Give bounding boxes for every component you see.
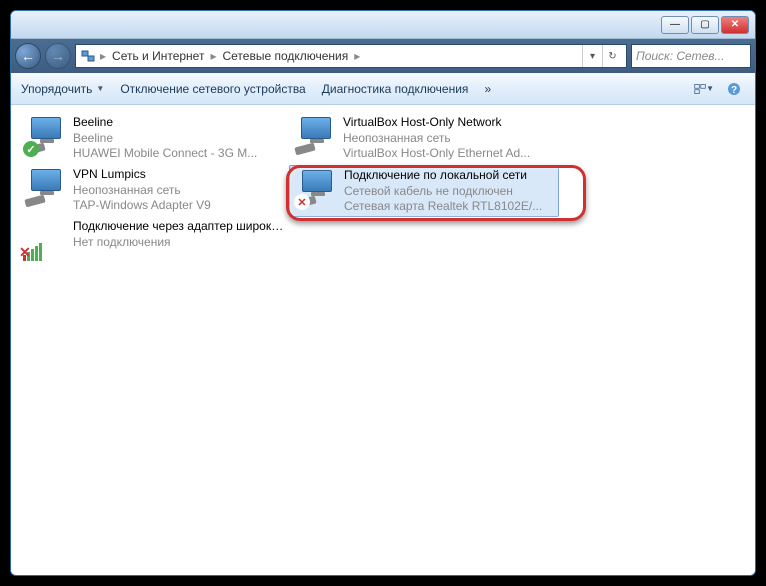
- help-icon[interactable]: ?: [723, 78, 745, 100]
- connection-item-selected[interactable]: ✕ Подключение по локальной сети Сетевой …: [289, 165, 559, 217]
- forward-button[interactable]: →: [45, 43, 71, 69]
- status-error-icon: ✕: [294, 194, 310, 210]
- address-bar[interactable]: ▸ Сеть и Интернет ▸ Сетевые подключения …: [75, 44, 627, 68]
- connection-item[interactable]: ✓ Beeline Beeline HUAWEI Mobile Connect …: [19, 113, 289, 165]
- breadcrumb-item[interactable]: Сетевые подключения: [220, 49, 350, 63]
- connection-icon: ✓: [23, 115, 65, 157]
- back-button[interactable]: ←: [15, 43, 41, 69]
- view-options-icon[interactable]: ▼: [693, 78, 715, 100]
- connection-device: VirtualBox Host-Only Ethernet Ad...: [343, 146, 530, 162]
- toolbar: Упорядочить▼ Отключение сетевого устройс…: [11, 73, 755, 105]
- connection-item[interactable]: VPN Lumpics Неопознанная сеть TAP-Window…: [19, 165, 289, 217]
- connection-name: Beeline: [73, 115, 257, 131]
- connection-name: VPN Lumpics: [73, 167, 211, 183]
- connection-icon: [23, 167, 65, 209]
- maximize-button[interactable]: ▢: [691, 16, 719, 34]
- connection-status: Сетевой кабель не подключен: [344, 184, 542, 200]
- connection-item[interactable]: ✕ Подключение через адаптер широкополосн…: [19, 217, 289, 269]
- connection-name: Подключение через адаптер широкополосной…: [73, 219, 285, 235]
- connection-icon: ✕: [294, 168, 336, 210]
- address-dropdown[interactable]: ▾: [582, 45, 602, 67]
- connection-status: Неопознанная сеть: [73, 183, 211, 199]
- content-area: ✓ Beeline Beeline HUAWEI Mobile Connect …: [11, 105, 755, 575]
- connection-device: Сетевая карта Realtek RTL8102E/...: [344, 199, 542, 215]
- disable-device-button[interactable]: Отключение сетевого устройства: [120, 82, 305, 96]
- status-error-icon: ✕: [19, 244, 31, 261]
- connection-status: Неопознанная сеть: [343, 131, 530, 147]
- connection-icon: ✕: [23, 219, 65, 261]
- connection-device: HUAWEI Mobile Connect - 3G M...: [73, 146, 257, 162]
- svg-text:?: ?: [731, 85, 737, 96]
- titlebar: — ▢ ✕: [11, 11, 755, 39]
- organize-menu[interactable]: Упорядочить▼: [21, 82, 104, 96]
- connection-device: TAP-Windows Adapter V9: [73, 198, 211, 214]
- breadcrumb-sep: ▸: [206, 49, 220, 63]
- breadcrumb-sep: ▸: [96, 49, 110, 63]
- toolbar-more[interactable]: »: [484, 82, 491, 96]
- connection-name: Подключение по локальной сети: [344, 168, 542, 184]
- refresh-button[interactable]: ↻: [602, 45, 622, 67]
- connection-name: VirtualBox Host-Only Network: [343, 115, 530, 131]
- explorer-window: — ▢ ✕ ← → ▸ Сеть и Интернет ▸ Сетевые по…: [10, 10, 756, 576]
- breadcrumb-sep: ▸: [350, 49, 364, 63]
- connection-icon: [293, 115, 335, 157]
- diagnose-button[interactable]: Диагностика подключения: [322, 82, 469, 96]
- connection-item[interactable]: VirtualBox Host-Only Network Неопознанна…: [289, 113, 559, 165]
- search-input[interactable]: Поиск: Сетев...: [631, 44, 751, 68]
- connection-status: Beeline: [73, 131, 257, 147]
- minimize-button[interactable]: —: [661, 16, 689, 34]
- breadcrumb-item[interactable]: Сеть и Интернет: [110, 49, 206, 63]
- navbar: ← → ▸ Сеть и Интернет ▸ Сетевые подключе…: [11, 39, 755, 73]
- network-icon: [80, 48, 96, 64]
- connection-status: Нет подключения: [73, 235, 285, 251]
- close-button[interactable]: ✕: [721, 16, 749, 34]
- status-ok-icon: ✓: [23, 141, 39, 157]
